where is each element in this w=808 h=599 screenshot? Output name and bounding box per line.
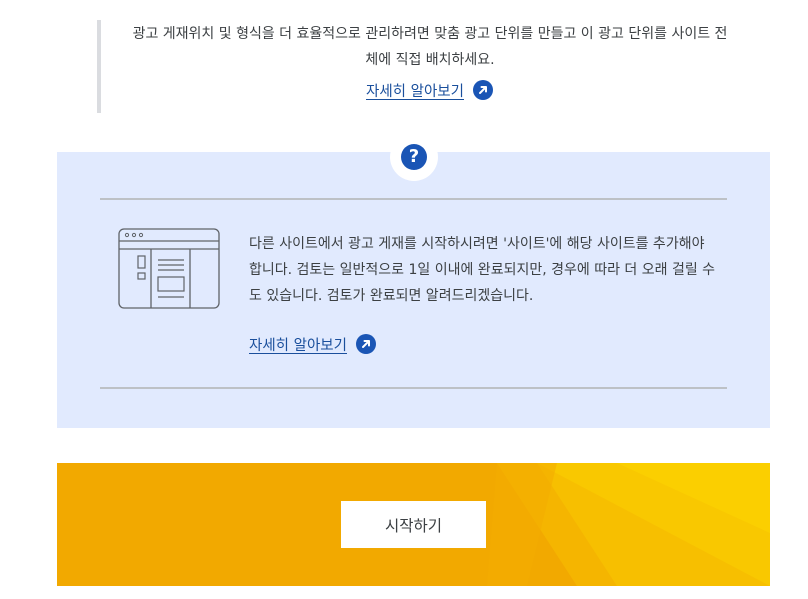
panel-learn-more-link[interactable]: 자세히 알아보기 [249,338,347,354]
external-link-icon[interactable] [473,79,493,100]
get-started-button[interactable]: 시작하기 [341,501,486,548]
page: 광고 게재위치 및 형식을 더 효율적으로 관리하려면 맞춤 광고 단위를 만들… [0,0,808,599]
external-link-icon[interactable] [356,333,376,354]
intro-text: 광고 게재위치 및 형식을 더 효율적으로 관리하려면 맞춤 광고 단위를 만들… [132,26,728,68]
help-badge: ? [390,133,438,181]
website-layout-icon [118,228,220,314]
intro-learn-more[interactable]: 자세히 알아보기 [366,79,493,102]
panel-learn-more[interactable]: 자세히 알아보기 [249,333,376,356]
cta-banner: 시작하기 [57,463,770,586]
question-mark-icon: ? [401,144,427,170]
quote-bar [97,20,101,113]
divider-top [100,198,727,200]
info-panel-text: 다른 사이트에서 광고 게재를 시작하시려면 '사이트'에 해당 사이트를 추가… [249,236,716,304]
divider-bottom [100,387,727,389]
intro-learn-more-link[interactable]: 자세히 알아보기 [366,84,464,100]
